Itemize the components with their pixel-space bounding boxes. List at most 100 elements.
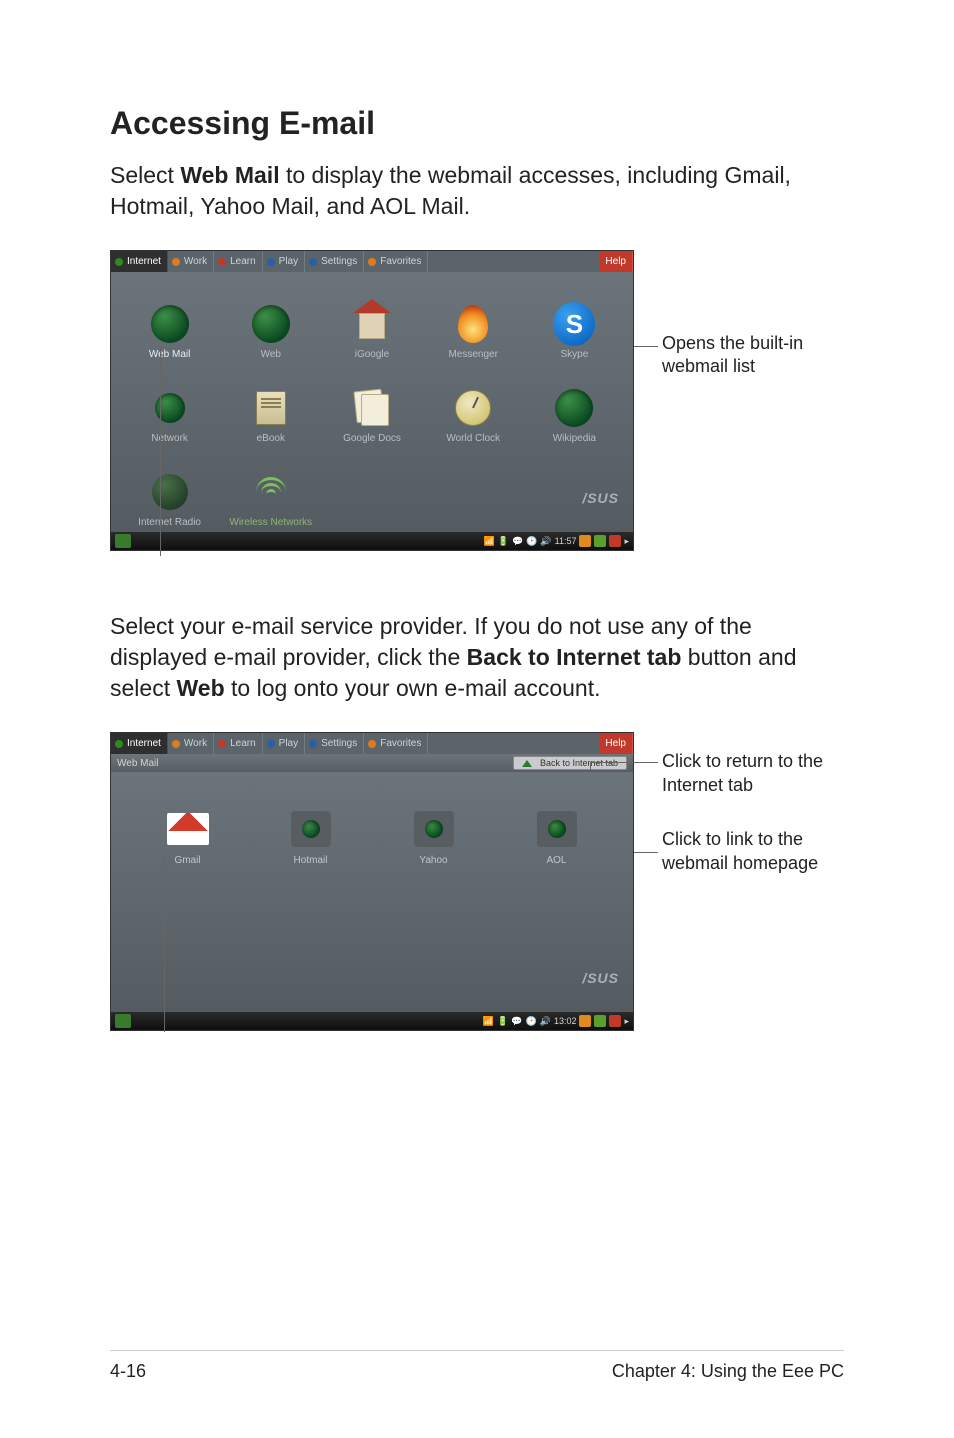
chapter-label: Chapter 4: Using the Eee PC	[612, 1361, 844, 1382]
dot-icon	[309, 258, 317, 266]
app-body-1: Web Mail Web iGoogle Messenger	[111, 272, 633, 532]
tray-icon[interactable]	[609, 1015, 621, 1027]
app-label: Web Mail	[149, 349, 191, 360]
wifi-icon	[253, 477, 289, 507]
tab-play[interactable]: Play	[263, 251, 305, 272]
tray-icon[interactable]: 💬	[511, 1016, 522, 1027]
skype-icon: S	[553, 302, 595, 346]
webmail-item-hotmail[interactable]: Hotmail	[252, 788, 369, 866]
app-item-worldclock[interactable]: World Clock	[425, 364, 522, 444]
tray-icon[interactable]	[609, 535, 621, 547]
tab-work[interactable]: Work	[168, 251, 214, 272]
dot-icon	[267, 740, 275, 748]
taskbar-2: 📶 🔋 💬 🕑 🔊 13:02 ▸	[111, 1012, 633, 1030]
clock-icon	[455, 390, 491, 426]
tray-icon[interactable]	[579, 1015, 591, 1027]
gmail-icon	[167, 813, 209, 845]
app-item-wirelessnetworks[interactable]: Wireless Networks	[222, 448, 319, 528]
app-item-igoogle[interactable]: iGoogle	[323, 280, 420, 360]
tab-label: Settings	[321, 738, 357, 749]
app-item-messenger[interactable]: Messenger	[425, 280, 522, 360]
tray-icon[interactable]: 🔋	[497, 1016, 508, 1027]
app-item-web[interactable]: Web	[222, 280, 319, 360]
tab-label: Help	[605, 738, 626, 749]
tray-icon[interactable]	[579, 535, 591, 547]
subheader-bar: Web Mail Back to Internet tab	[111, 754, 633, 772]
tab-bar-2: Internet Work Learn Play Settings Favori…	[111, 733, 633, 754]
app-item-webmail[interactable]: Web Mail	[121, 280, 218, 360]
app-window-1: Internet Work Learn Play Settings Favori…	[110, 250, 634, 551]
tray-icon[interactable]	[594, 1015, 606, 1027]
callout-text-1: Opens the built-in webmail list	[662, 332, 862, 379]
hotmail-icon	[291, 811, 331, 847]
tray-icon[interactable]: 🔋	[498, 536, 509, 547]
back-to-internet-tab-button[interactable]: Back to Internet tab	[513, 756, 627, 770]
tray-icon[interactable]: 📶	[484, 536, 495, 547]
tab-bar-1: Internet Work Learn Play Settings Favori…	[111, 251, 633, 272]
globe-icon	[555, 389, 593, 427]
start-button[interactable]	[115, 534, 131, 548]
dot-icon	[115, 740, 123, 748]
tray-clock: 13:02	[554, 1016, 577, 1026]
webmail-item-gmail[interactable]: Gmail	[129, 788, 246, 866]
tab-label: Learn	[230, 738, 256, 749]
app-item-ebook[interactable]: eBook	[222, 364, 319, 444]
tab-label: Internet	[127, 256, 161, 267]
app-label: World Clock	[446, 433, 500, 444]
tray-icon[interactable]: 🔊	[540, 1016, 551, 1027]
webmail-item-aol[interactable]: AOL	[498, 788, 615, 866]
tray-arrow-icon[interactable]: ▸	[624, 1016, 629, 1027]
callout-text-3: Click to link to the webmail homepage	[662, 828, 852, 875]
system-tray: 📶 🔋 💬 🕑 🔊 13:02 ▸	[483, 1015, 629, 1027]
intro-bold-webmail: Web Mail	[180, 162, 279, 188]
p2-text-c: to log onto your own e-mail account.	[225, 675, 601, 701]
tray-icon[interactable]	[594, 535, 606, 547]
tab-label: Settings	[321, 256, 357, 267]
tab-label: Learn	[230, 256, 256, 267]
start-button[interactable]	[115, 1014, 131, 1028]
callout-line	[164, 852, 165, 1032]
tray-icon[interactable]: 📶	[483, 1016, 494, 1027]
tab-settings[interactable]: Settings	[305, 251, 364, 272]
back-button-label: Back to Internet tab	[540, 758, 618, 768]
globe-icon	[151, 305, 189, 343]
app-item-skype[interactable]: S Skype	[526, 280, 623, 360]
tab-settings[interactable]: Settings	[305, 733, 364, 754]
tab-learn[interactable]: Learn	[214, 251, 263, 272]
callout-line	[634, 852, 658, 853]
app-item-internetradio[interactable]: Internet Radio	[121, 448, 218, 528]
yahoo-icon	[414, 811, 454, 847]
tab-learn[interactable]: Learn	[214, 733, 263, 754]
tab-favorites[interactable]: Favorites	[364, 251, 428, 272]
tab-internet[interactable]: Internet	[111, 251, 168, 272]
taskbar-1: 📶 🔋 💬 🕑 🔊 11:57 ▸	[111, 532, 633, 550]
app-item-wikipedia[interactable]: Wikipedia	[526, 364, 623, 444]
tab-help[interactable]: Help	[599, 733, 633, 754]
intro-paragraph: Select Web Mail to display the webmail a…	[110, 160, 844, 222]
tray-icon[interactable]: 🕑	[526, 1016, 537, 1027]
tray-icon[interactable]: 🕑	[526, 536, 537, 547]
app-item-googledocs[interactable]: Google Docs	[323, 364, 420, 444]
app-item-network[interactable]: Network	[121, 364, 218, 444]
app-label: Network	[151, 433, 188, 444]
app-label: Skype	[560, 349, 588, 360]
section-heading: Accessing E-mail	[110, 105, 844, 142]
tab-work[interactable]: Work	[168, 733, 214, 754]
tab-play[interactable]: Play	[263, 733, 305, 754]
subheader-title: Web Mail	[117, 758, 159, 769]
aol-icon	[537, 811, 577, 847]
webmail-item-yahoo[interactable]: Yahoo	[375, 788, 492, 866]
webmail-label: AOL	[546, 855, 566, 866]
app-label: iGoogle	[355, 349, 389, 360]
tray-arrow-icon[interactable]: ▸	[624, 536, 629, 547]
tray-icon[interactable]: 💬	[512, 536, 523, 547]
document-stack-icon	[355, 390, 389, 426]
system-tray: 📶 🔋 💬 🕑 🔊 11:57 ▸	[484, 535, 629, 547]
page-number: 4-16	[110, 1361, 146, 1382]
tab-internet[interactable]: Internet	[111, 733, 168, 754]
app-label: Google Docs	[343, 433, 401, 444]
tray-icon[interactable]: 🔊	[540, 536, 551, 547]
tab-favorites[interactable]: Favorites	[364, 733, 428, 754]
asus-logo: /SUS	[582, 490, 619, 506]
tab-help[interactable]: Help	[599, 251, 633, 272]
